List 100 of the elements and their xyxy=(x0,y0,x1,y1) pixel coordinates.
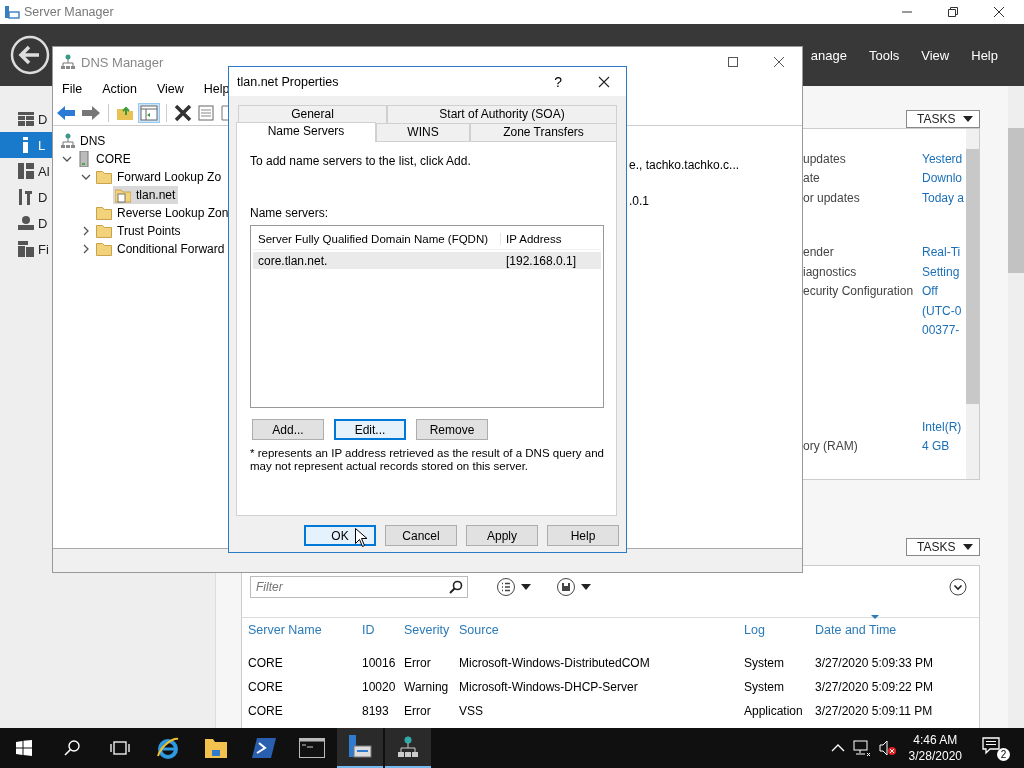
tree-item[interactable]: tlan.net xyxy=(113,186,179,204)
taskbar-app[interactable] xyxy=(337,728,383,768)
sidebar-item[interactable]: L xyxy=(0,132,52,158)
dialog-button[interactable]: Add... xyxy=(252,419,324,440)
menu-item[interactable]: View xyxy=(921,47,950,63)
back-arrow-icon[interactable] xyxy=(56,105,76,121)
column-header[interactable]: Source xyxy=(459,623,744,637)
close-icon[interactable] xyxy=(773,56,785,68)
cursor-icon xyxy=(355,528,367,547)
expander-icon[interactable] xyxy=(62,154,72,164)
property-value[interactable]: 4 GB xyxy=(922,439,966,454)
tree-item[interactable]: Forward Lookup Zo xyxy=(94,169,225,185)
dialog-button[interactable]: OK xyxy=(304,525,376,546)
tab[interactable]: WINS xyxy=(376,123,470,141)
tasks-button[interactable]: TASKS xyxy=(906,538,980,556)
menu-item[interactable]: View xyxy=(156,82,184,96)
menu-item[interactable]: Tools xyxy=(868,47,900,63)
close-icon[interactable] xyxy=(993,6,1005,18)
menu-item[interactable]: File xyxy=(62,82,83,96)
property-label: ender xyxy=(803,245,834,260)
windows-logo-icon[interactable] xyxy=(16,740,32,756)
table-cell-text: CORE xyxy=(248,680,284,694)
column-header[interactable]: ID xyxy=(362,623,404,637)
zone-file-icon xyxy=(115,187,131,203)
sidebar-item[interactable]: D xyxy=(0,210,52,236)
restore-icon[interactable] xyxy=(947,6,959,18)
help-button[interactable]: ? xyxy=(554,73,562,90)
console-tree-icon[interactable] xyxy=(139,104,159,122)
sidebar-item[interactable]: Fi xyxy=(0,236,52,262)
muted-speaker-icon[interactable] xyxy=(878,740,897,756)
column-header[interactable]: Severity xyxy=(404,623,459,637)
table-cell-text: 3/27/2020 5:09:33 PM xyxy=(815,656,935,670)
search-icon[interactable] xyxy=(64,740,80,756)
dialog-button[interactable]: Help xyxy=(547,525,619,546)
expand-icon[interactable] xyxy=(949,578,967,596)
delete-icon[interactable] xyxy=(174,105,192,121)
list-row[interactable]: core.tlan.net. [192.168.0.1] xyxy=(253,252,601,269)
filter-field[interactable]: Filter xyxy=(250,576,468,598)
column-header[interactable]: Server Name xyxy=(248,623,362,637)
property-value[interactable]: Downlo xyxy=(922,171,966,186)
property-value[interactable]: Intel(R) xyxy=(922,419,966,434)
menu-item[interactable]: Help xyxy=(971,47,998,63)
task-view-icon[interactable] xyxy=(110,740,130,756)
column-header[interactable]: IP Address xyxy=(501,233,562,245)
tab[interactable]: Start of Authority (SOA) xyxy=(387,105,617,123)
property-value[interactable]: Off xyxy=(922,284,966,299)
column-header[interactable]: Server Fully Qualified Domain Name (FQDN) xyxy=(253,233,501,245)
property-value[interactable]: Setting xyxy=(922,264,966,279)
tab[interactable]: Name Servers xyxy=(236,122,376,142)
folder-icon xyxy=(96,206,112,220)
property-value[interactable]: (UTC-0 xyxy=(922,303,966,318)
property-value[interactable]: 00377- xyxy=(922,323,966,338)
tab[interactable]: General xyxy=(238,105,387,123)
tasks-button[interactable]: TASKS xyxy=(906,110,980,128)
tab[interactable]: Zone Transfers xyxy=(470,123,617,141)
expander-icon[interactable] xyxy=(81,172,91,182)
browser-icon xyxy=(156,736,180,760)
property-value[interactable]: Real-Ti xyxy=(922,245,966,260)
menu-item[interactable]: anage xyxy=(810,47,847,63)
sidebar-item[interactable]: D xyxy=(0,106,52,132)
list-item[interactable]: e., tachko.tachko.c... xyxy=(629,158,802,176)
column-header[interactable]: Date and Time xyxy=(815,623,979,637)
expander-icon[interactable] xyxy=(81,226,91,236)
list-options-icon[interactable] xyxy=(496,577,532,597)
property-value[interactable]: Today a xyxy=(922,190,966,205)
taskbar-app[interactable] xyxy=(385,728,431,768)
menu-item[interactable]: Action xyxy=(102,82,137,96)
dialog-button[interactable]: Edit... xyxy=(334,419,406,440)
sidebar-item[interactable]: D xyxy=(0,184,52,210)
tree-item[interactable]: Reverse Lookup Zon xyxy=(94,205,232,221)
notification-button[interactable]: 2 xyxy=(982,734,1012,762)
tree-item[interactable]: DNS xyxy=(59,132,109,150)
table-cell-text: Application xyxy=(744,704,804,718)
sidebar-icon xyxy=(18,189,34,205)
property-label: updates xyxy=(803,151,846,166)
list-item[interactable]: .0.1 xyxy=(629,194,802,212)
forward-arrow-icon[interactable] xyxy=(81,105,101,121)
dialog-button[interactable]: Apply xyxy=(466,525,538,546)
chevron-up-icon[interactable] xyxy=(830,743,845,753)
scrollbar[interactable] xyxy=(966,129,979,479)
sidebar-item[interactable]: Al xyxy=(0,158,52,184)
network-icon[interactable] xyxy=(852,740,871,756)
column-header[interactable]: Log xyxy=(744,623,815,637)
tree-item[interactable]: Trust Points xyxy=(94,223,184,239)
sort-icon xyxy=(871,615,879,619)
tree-item[interactable]: CORE xyxy=(75,150,134,168)
expander-icon[interactable] xyxy=(81,244,91,254)
clock-date: 3/28/2020 xyxy=(908,748,962,764)
save-options-icon[interactable] xyxy=(556,577,592,597)
dialog-button[interactable]: Remove xyxy=(416,419,488,440)
back-icon[interactable] xyxy=(10,35,50,75)
table-cell-text: Error xyxy=(404,704,432,718)
property-value[interactable]: Yesterd xyxy=(922,151,966,166)
folder-up-icon[interactable] xyxy=(116,105,134,121)
table-cell-text: 3/27/2020 5:09:11 PM xyxy=(815,704,934,718)
close-icon[interactable] xyxy=(598,75,610,88)
maximize-icon[interactable] xyxy=(727,56,739,68)
dialog-button[interactable]: Cancel xyxy=(385,525,457,546)
tree-item[interactable]: Conditional Forward xyxy=(94,241,228,257)
scrollbar[interactable] xyxy=(1008,86,1024,728)
